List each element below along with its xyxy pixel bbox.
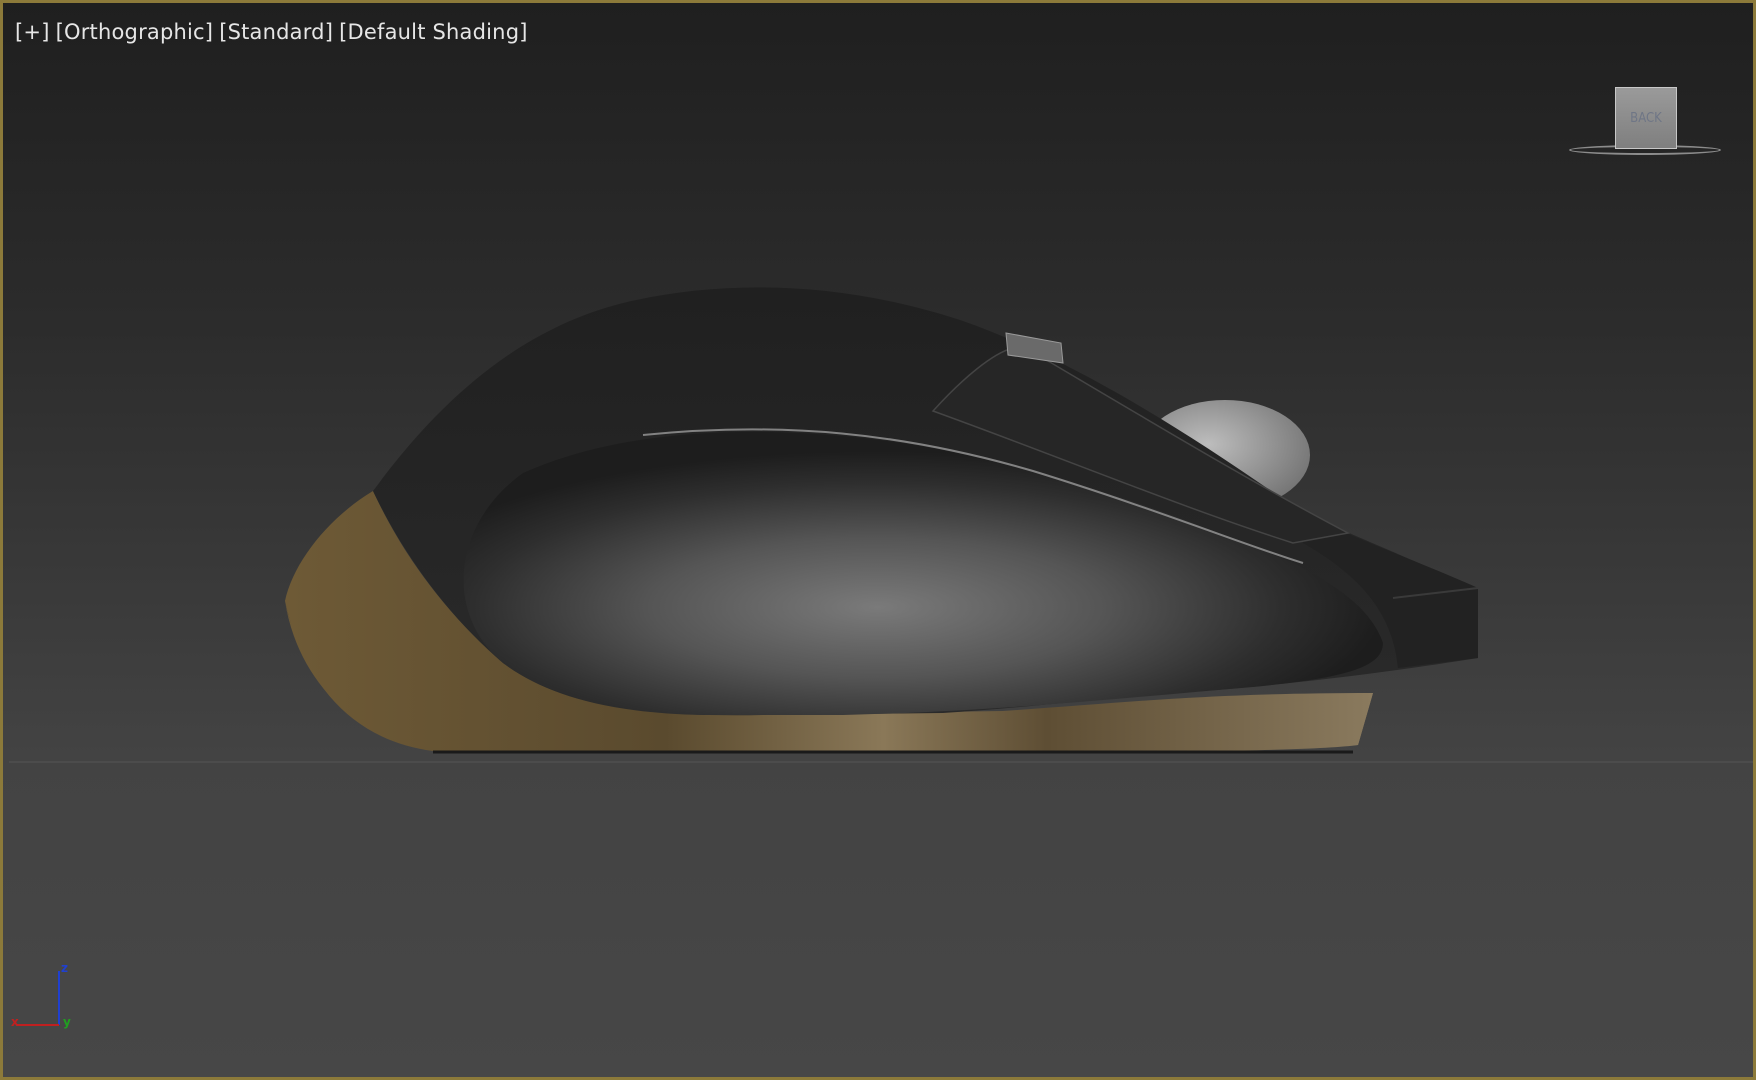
axis-tripod-icon: z x y <box>11 961 81 1033</box>
viewport-standard-menu[interactable]: [Standard] <box>219 20 333 44</box>
viewport-pov-menu[interactable]: [Orthographic] <box>56 20 214 44</box>
viewport-label-menu: [+] [Orthographic] [Standard] [Default S… <box>15 20 528 44</box>
viewport-general-menu[interactable]: [+] <box>15 20 50 44</box>
axis-z-label: z <box>61 961 68 975</box>
viewcube-face[interactable]: BACK <box>1615 87 1677 149</box>
viewport-front[interactable]: [+] [Orthographic] [Standard] [Default S… <box>0 0 1756 1080</box>
mouse-model[interactable] <box>3 3 1756 1080</box>
viewport-shading-menu[interactable]: [Default Shading] <box>339 20 528 44</box>
axis-y-label: y <box>63 1015 71 1029</box>
axis-x-label: x <box>11 1015 19 1029</box>
viewcube-icon[interactable]: BACK <box>1565 83 1725 163</box>
